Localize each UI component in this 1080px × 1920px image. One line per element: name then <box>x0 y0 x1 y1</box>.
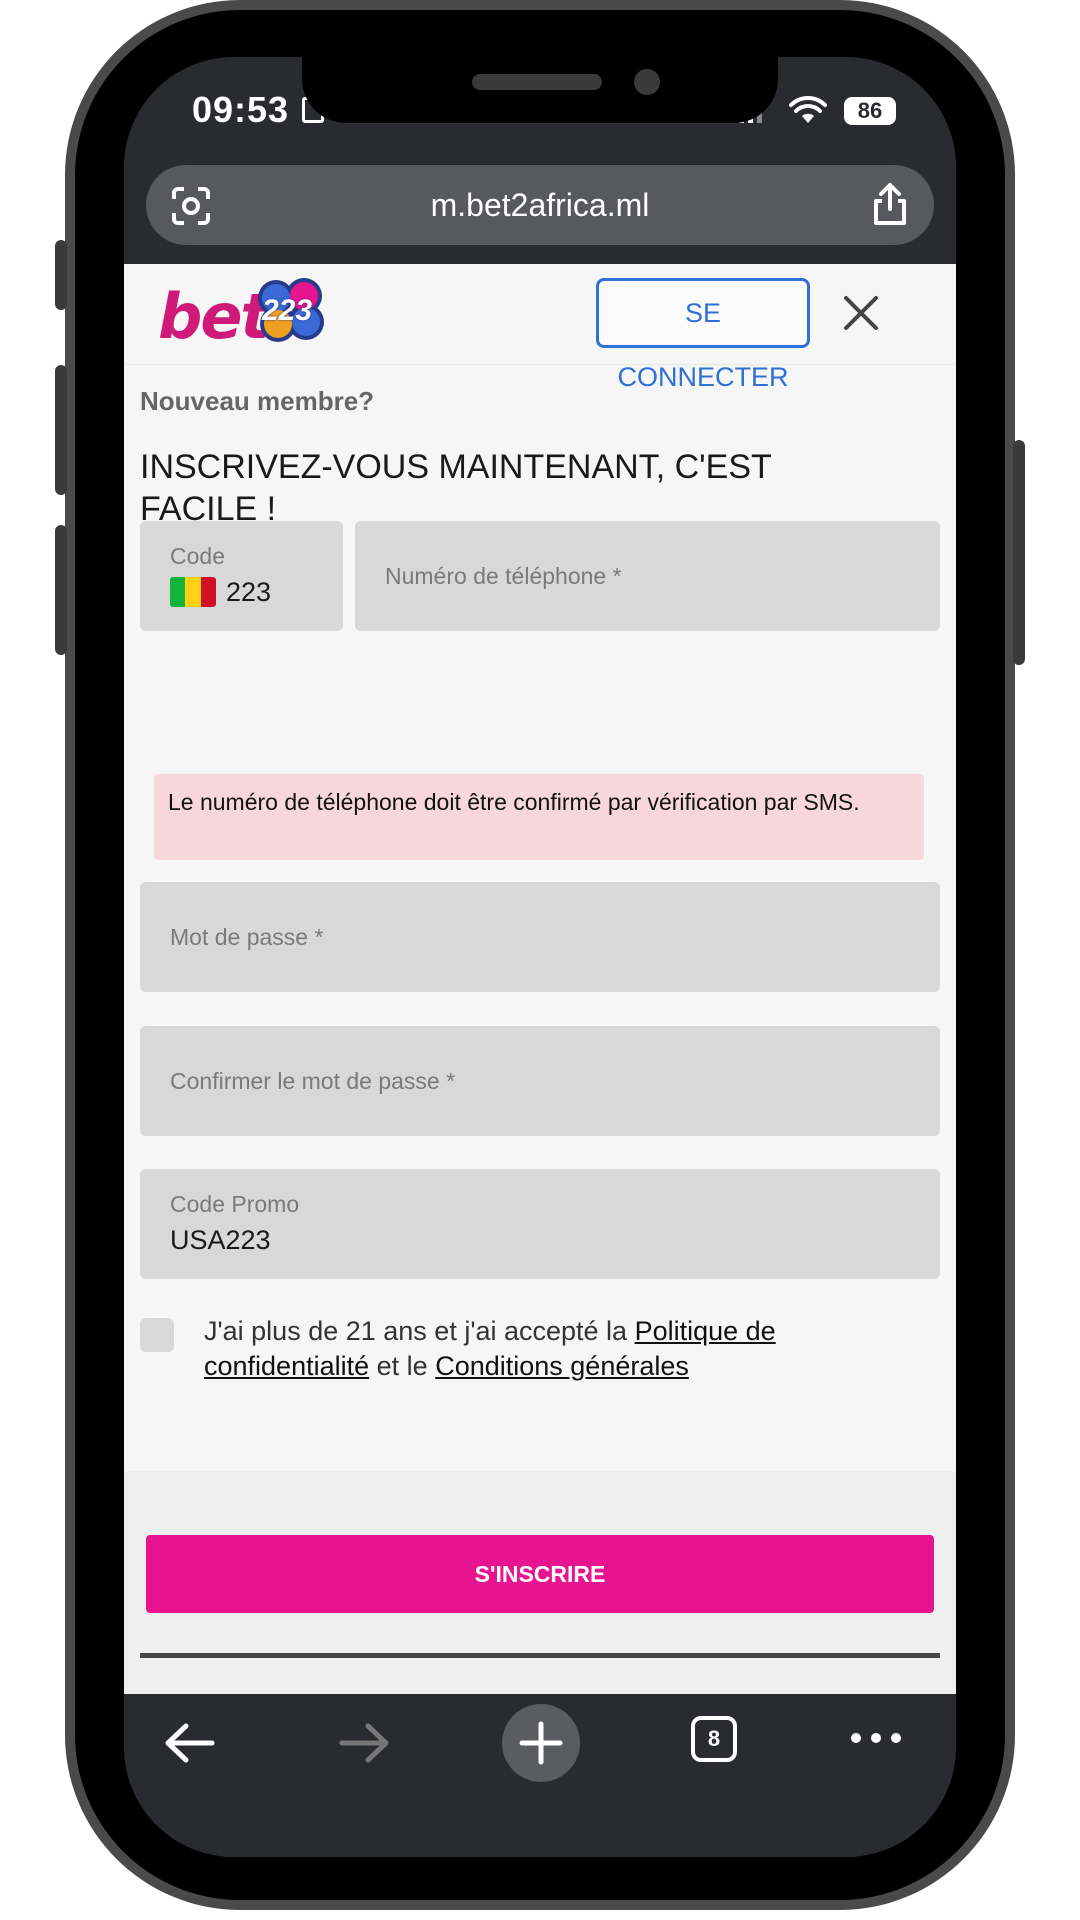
share-icon[interactable] <box>870 181 910 227</box>
web-page: bet 223 SE CONNECTER Nouveau membre? INS… <box>124 264 956 1694</box>
new-tab-button[interactable] <box>502 1704 580 1782</box>
site-header: bet 223 SE CONNECTER <box>124 264 956 392</box>
terms-checkbox[interactable] <box>140 1318 174 1352</box>
phone-placeholder: Numéro de téléphone * <box>385 563 622 589</box>
country-code-select[interactable]: Code 223 <box>140 521 343 631</box>
battery-icon: 86 <box>844 97 896 125</box>
silent-switch <box>55 240 67 310</box>
terms-middle: et le <box>376 1351 428 1381</box>
new-member-label: Nouveau membre? <box>140 386 375 416</box>
login-button[interactable]: SE CONNECTER <box>596 278 810 392</box>
mali-flag-icon <box>170 577 216 607</box>
speaker-grille <box>472 74 602 90</box>
logo-number: 223 <box>262 294 313 327</box>
phone-screen: 09:53 86 m.bet2africa.ml bet 223 SE CONN… <box>124 57 956 1857</box>
plus-icon <box>519 1721 563 1765</box>
confirm-password-placeholder: Confirmer le mot de passe * <box>170 1068 456 1094</box>
footer-divider <box>140 1653 940 1658</box>
terms-text: J'ai plus de 21 ans et j'ai accepté la P… <box>204 1314 894 1384</box>
url-text[interactable]: m.bet2africa.ml <box>146 165 934 245</box>
more-menu-icon[interactable] <box>848 1728 904 1748</box>
country-code-value: 223 <box>226 577 272 607</box>
terms-conditions-link[interactable]: Conditions générales <box>435 1351 689 1381</box>
promo-code-value: USA223 <box>170 1225 271 1255</box>
front-camera <box>634 69 660 95</box>
country-code-label: Code <box>170 543 225 569</box>
browser-toolbar: 8 <box>124 1694 956 1857</box>
sms-verification-notice: Le numéro de téléphone doit être confirm… <box>154 774 924 860</box>
signup-headline: INSCRIVEZ-VOUS MAINTENANT, C'EST FACILE … <box>140 448 772 528</box>
forward-arrow-icon[interactable] <box>336 1720 392 1766</box>
back-arrow-icon[interactable] <box>162 1720 218 1766</box>
password-field[interactable]: Mot de passe * <box>140 882 940 992</box>
site-logo[interactable]: bet <box>158 280 270 353</box>
form-footer: S'INSCRIRE <box>124 1471 956 1694</box>
tab-switcher-button[interactable]: 8 <box>691 1716 737 1762</box>
close-icon[interactable] <box>840 292 882 334</box>
sms-notice-text: Le numéro de téléphone doit être confirm… <box>168 789 860 815</box>
wifi-icon <box>789 95 827 123</box>
volume-up-button <box>55 365 67 495</box>
power-button <box>1013 440 1025 665</box>
promo-code-label: Code Promo <box>170 1191 300 1217</box>
volume-down-button <box>55 525 67 655</box>
phone-number-field[interactable]: Numéro de téléphone * <box>355 521 940 631</box>
register-button[interactable]: S'INSCRIRE <box>146 1535 934 1613</box>
password-placeholder: Mot de passe * <box>170 924 324 950</box>
notch <box>302 57 778 123</box>
status-time: 09:53 <box>192 89 290 130</box>
promo-code-field[interactable]: Code Promo USA223 <box>140 1169 940 1279</box>
address-bar[interactable]: m.bet2africa.ml <box>146 165 934 245</box>
terms-prefix: J'ai plus de 21 ans et j'ai accepté la <box>204 1316 628 1346</box>
confirm-password-field[interactable]: Confirmer le mot de passe * <box>140 1026 940 1136</box>
